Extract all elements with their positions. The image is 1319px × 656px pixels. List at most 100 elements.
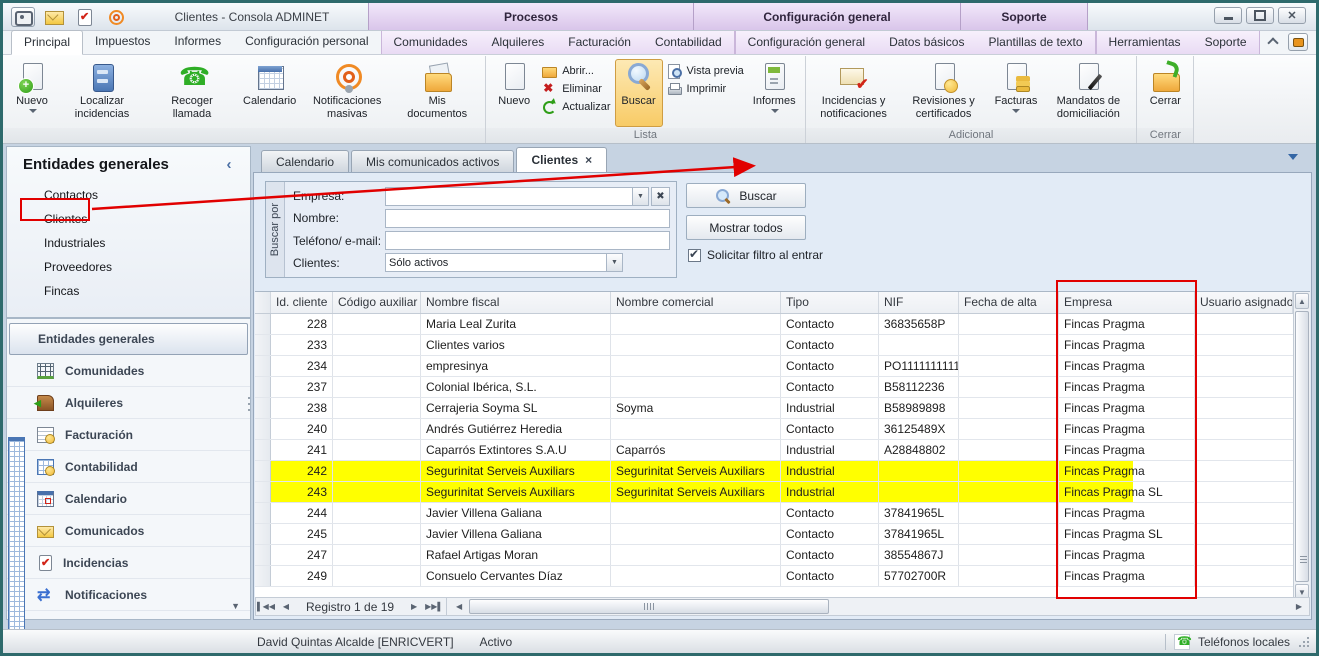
table-row[interactable]: 245Javier Villena GalianaContacto3784196… [255,524,1293,545]
quick-tasks-button[interactable] [73,7,97,27]
table-row[interactable]: 244Javier Villena GalianaContacto3784196… [255,503,1293,524]
ribbon-button-mis-documentos[interactable]: Mis documentos [393,59,481,127]
ribbon-tab-soporte[interactable]: Soporte [1193,31,1259,54]
ribbon-tab-comunidades[interactable]: Comunidades [382,31,480,54]
nav-item-alquileres[interactable]: Alquileres [7,387,250,419]
table-row[interactable]: 238Cerrajeria Soyma SLSoymaIndustrialB58… [255,398,1293,419]
ribbon-tab-herramientas[interactable]: Herramientas [1097,31,1193,54]
sidebar-item-contactos[interactable]: Contactos [41,187,101,203]
column-header-id-cliente[interactable]: Id. cliente [271,292,333,313]
clientes-select[interactable] [385,253,623,272]
column-header-nombre-fiscal[interactable]: Nombre fiscal [421,292,611,313]
table-row[interactable]: 243Segurinitat Serveis AuxiliarsSegurini… [255,482,1293,503]
next-record-icon[interactable]: ▶ [404,598,424,615]
quick-mail-button[interactable] [42,7,66,27]
ribbon-button-eliminar[interactable]: Eliminar [542,82,610,96]
ribbon-tab-principal[interactable]: Principal [11,30,83,55]
doc-tab-clientes[interactable]: Clientes× [516,147,607,172]
vertical-scrollbar[interactable]: ▲ ▼ [1293,292,1310,601]
buscar-por-vertical-tab[interactable]: Buscar por [266,182,285,277]
nav-item-incidencias[interactable]: Incidencias [7,547,250,579]
ribbon-button-calendario[interactable]: Calendario [238,59,301,127]
nav-item-comunidades[interactable]: Comunidades [7,355,250,387]
horizontal-scroll-thumb[interactable] [469,599,829,614]
ribbon-button-nuevo[interactable]: Nuevo [490,59,538,127]
clientes-select-value[interactable] [385,253,606,272]
sidebar-item-proveedores[interactable]: Proveedores [41,259,115,275]
restore-button[interactable] [1246,7,1274,24]
ribbon-tab-datos-basicos[interactable]: Datos básicos [877,31,976,54]
close-tab-icon[interactable]: × [585,155,592,165]
table-row[interactable]: 237Colonial Ibérica, S.L.ContactoB581122… [255,377,1293,398]
doc-tab-calendario[interactable]: Calendario [261,150,349,172]
ribbon-tab-configuracion-general[interactable]: Configuración general [736,31,877,54]
column-header-codigo-auxiliar[interactable]: Código auxiliar [333,292,421,313]
resize-grip[interactable] [1298,636,1310,648]
column-header-fecha-de-alta[interactable]: Fecha de alta [959,292,1059,313]
column-header-usuario-asignado[interactable]: Usuario asignado [1195,292,1293,313]
ribbon-tab-impuestos[interactable]: Impuestos [83,30,162,54]
ribbon-button-informes[interactable]: Informes [748,59,801,127]
nav-item-contabilidad[interactable]: Contabilidad [7,451,250,483]
ribbon-tab-plantillas-de-texto[interactable]: Plantillas de texto [976,31,1094,54]
column-header-nif[interactable]: NIF [879,292,959,313]
quick-broadcast-button[interactable] [104,7,128,27]
table-row[interactable]: 241Caparrós Extintores S.A.UCaparrósIndu… [255,440,1293,461]
ribbon-button-cerrar[interactable]: Cerrar [1141,59,1189,127]
vertical-scroll-thumb[interactable] [1295,311,1309,582]
table-row[interactable]: 240Andrés Gutiérrez HerediaContacto36125… [255,419,1293,440]
buscar-button[interactable]: Buscar [686,183,806,208]
telefonos-locales-label[interactable]: Teléfonos locales [1198,635,1290,649]
empresa-input[interactable] [385,187,632,206]
nav-item-entidades-generales[interactable]: Entidades generales [9,323,248,355]
splitter-handle[interactable] [246,397,251,423]
ribbon-button-localizar-incidencias[interactable]: Localizar incidencias [58,59,146,127]
ribbon-button-incidencias-y-notificaciones[interactable]: Incidencias y notificaciones [810,59,898,127]
mostrar-todos-button[interactable]: Mostrar todos [686,215,806,240]
telefono-email-input[interactable] [385,231,670,250]
ribbon-corner-button[interactable] [1288,33,1308,51]
last-record-icon[interactable]: ▶▶▌ [424,598,444,615]
previous-record-icon[interactable]: ◀ [276,598,296,615]
solicitar-filtro-checkbox[interactable] [688,249,701,262]
doc-tab-mis-comunicados-activos[interactable]: Mis comunicados activos [351,150,514,172]
collapse-ribbon-icon[interactable] [1265,35,1281,49]
ribbon-button-notificaciones-masivas[interactable]: Notificaciones masivas [303,59,391,127]
ribbon-button-nuevo[interactable]: Nuevo [8,59,56,127]
ribbon-button-revisiones-y-certificados[interactable]: Revisiones y certificados [900,59,988,127]
table-row[interactable]: 234empresinyaContactoPO1111111111Fincas … [255,356,1293,377]
table-row[interactable]: 242Segurinitat Serveis AuxiliarsSegurini… [255,461,1293,482]
table-row[interactable]: 247Rafael Artigas MoranContacto38554867J… [255,545,1293,566]
app-menu-button[interactable] [11,7,35,27]
close-button[interactable] [1278,7,1306,24]
sidebar-item-fincas[interactable]: Fincas [41,283,82,299]
empresa-clear-icon[interactable] [651,187,670,206]
sidebar-collapse-icon[interactable] [222,158,236,172]
nav-item-facturacion[interactable]: Facturación [7,419,250,451]
nav-collapse-icon[interactable] [231,601,240,611]
ribbon-button-imprimir[interactable]: Imprimir [667,82,744,96]
nav-item-notificaciones[interactable]: Notificaciones [7,579,250,611]
ribbon-tab-facturacion[interactable]: Facturación [556,31,643,54]
column-header-tipo[interactable]: Tipo [781,292,879,313]
nav-item-comunicados[interactable]: Comunicados [7,515,250,547]
ribbon-button-vista-previa[interactable]: Vista previa [667,64,744,78]
hscroll-right-icon[interactable]: ▶ [1289,598,1309,615]
tab-list-dropdown-icon[interactable] [1288,154,1298,165]
ribbon-button-abrir[interactable]: Abrir... [542,64,610,78]
table-row[interactable]: 233Clientes variosContactoFincas Pragma [255,335,1293,356]
ribbon-button-facturas[interactable]: Facturas [990,59,1043,127]
sidebar-item-clientes[interactable]: Clientes [41,211,90,227]
clientes-dropdown-icon[interactable] [606,253,623,272]
nombre-input[interactable] [385,209,670,228]
sidebar-item-industriales[interactable]: Industriales [41,235,108,251]
ribbon-tab-contabilidad[interactable]: Contabilidad [643,31,734,54]
scroll-up-icon[interactable]: ▲ [1295,293,1309,309]
ribbon-button-buscar[interactable]: Buscar [615,59,663,127]
hscroll-left-icon[interactable]: ◀ [449,598,469,615]
column-header-empresa[interactable]: Empresa [1059,292,1195,313]
ribbon-button-recoger-llamada[interactable]: Recoger llamada [148,59,236,127]
first-record-icon[interactable]: ▌◀◀ [256,598,276,615]
ribbon-tab-configuracion-personal[interactable]: Configuración personal [233,30,380,54]
ribbon-tab-informes[interactable]: Informes [162,30,233,54]
